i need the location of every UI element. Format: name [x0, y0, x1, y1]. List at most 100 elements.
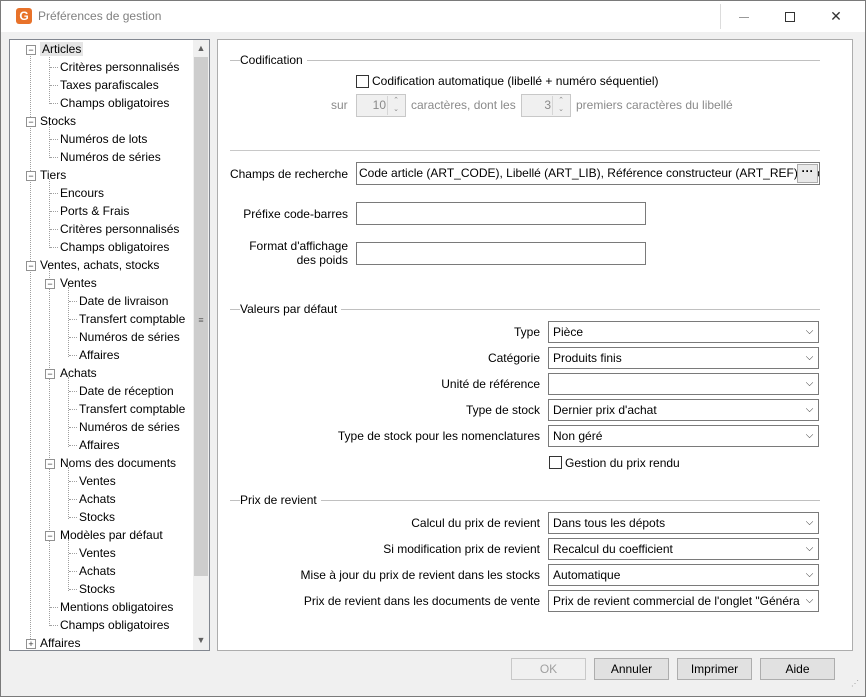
cost-sales-docs-label: Prix de revient dans les documents de ve… [303, 594, 540, 608]
resize-grip-icon[interactable]: ⋰ [851, 680, 863, 694]
stock-type-value: Dernier prix d'achat [553, 403, 657, 417]
tree-node-modeles[interactable]: Modèles par défaut [60, 526, 163, 544]
tree-node-ports[interactable]: Ports & Frais [60, 202, 129, 220]
maximize-button[interactable] [767, 1, 813, 32]
tree-line [69, 409, 77, 410]
unit-select[interactable]: ⌵ [548, 373, 819, 395]
tree-node-ventes-series[interactable]: Numéros de séries [79, 328, 180, 346]
tree-node-ventes-transfert[interactable]: Transfert comptable [79, 310, 185, 328]
tree-node-stocks[interactable]: Stocks [40, 112, 76, 130]
tree-node-tiers-criteres[interactable]: Critères personnalisés [60, 220, 179, 238]
tree-node-articles-champs[interactable]: Champs obligatoires [60, 94, 169, 112]
tree-node-articles-criteres[interactable]: Critères personnalisés [60, 58, 179, 76]
scroll-grip-icon: ≡ [198, 315, 204, 325]
tree-node-encours[interactable]: Encours [60, 184, 104, 202]
tree-node-ventes[interactable]: Ventes [60, 274, 97, 292]
close-icon: ✕ [830, 8, 842, 24]
maximize-icon [785, 12, 795, 23]
tree-node-lots[interactable]: Numéros de lots [60, 130, 147, 148]
weight-format-input[interactable] [356, 242, 646, 265]
tree-scrollbar[interactable]: ▲ ≡ ▼ [193, 40, 209, 650]
tree-line [69, 319, 77, 320]
tree-node-tiers[interactable]: Tiers [40, 166, 66, 184]
tree-node-ventes-achats-stocks[interactable]: Ventes, achats, stocks [40, 256, 159, 274]
tree-node-modeles-achats[interactable]: Achats [79, 562, 116, 580]
print-button[interactable]: Imprimer [677, 658, 752, 680]
spinner-arrows-icon[interactable]: ⌃ ⌄ [552, 96, 569, 115]
collapse-icon[interactable]: − [26, 171, 36, 181]
tree-node-vas-champs[interactable]: Champs obligatoires [60, 616, 169, 634]
close-button[interactable]: ✕ [813, 1, 859, 32]
settings-panel: Codification Codification automatique (l… [217, 39, 853, 651]
ok-button[interactable]: OK [511, 658, 586, 680]
tree-line [50, 211, 58, 212]
tree-node-noms-stocks[interactable]: Stocks [79, 508, 115, 526]
tree-node-date-livraison[interactable]: Date de livraison [79, 292, 168, 310]
cost-calc-value: Dans tous les dépots [553, 516, 666, 530]
collapse-icon[interactable]: − [26, 261, 36, 271]
chars-count-spinner[interactable]: 10 ⌃ ⌄ [356, 94, 406, 117]
defaults-title: Valeurs par défaut [240, 302, 342, 316]
title-bar[interactable]: G Préférences de gestion ✕ [1, 1, 865, 32]
spinner-arrows-icon[interactable]: ⌃ ⌄ [387, 96, 404, 115]
tree-node-stocks-series[interactable]: Numéros de séries [60, 148, 161, 166]
tree-node-mentions[interactable]: Mentions obligatoires [60, 598, 173, 616]
tree-line [50, 625, 58, 626]
tree-node-noms-ventes[interactable]: Ventes [79, 472, 116, 490]
collapse-icon[interactable]: − [45, 369, 55, 379]
category-label: Catégorie [487, 351, 540, 365]
search-fields-input[interactable]: Code article (ART_CODE), Libellé (ART_LI… [356, 162, 820, 185]
scroll-up-icon[interactable]: ▲ [193, 40, 209, 56]
tree-node-noms-achats[interactable]: Achats [79, 490, 116, 508]
tree-content: − Articles Critères personnalisés Taxes … [10, 40, 193, 650]
more-icon[interactable]: ··· [797, 164, 818, 183]
tree-line [50, 247, 58, 248]
nomenclature-stock-select[interactable]: Non géré ⌵ [548, 425, 819, 447]
tree-line [69, 391, 77, 392]
cost-calc-select[interactable]: Dans tous les dépots ⌵ [548, 512, 819, 534]
tree-node-achats-affaires[interactable]: Affaires [79, 436, 119, 454]
preferences-tree[interactable]: − Articles Critères personnalisés Taxes … [9, 39, 210, 651]
tree-node-achats-transfert[interactable]: Transfert comptable [79, 400, 185, 418]
first-chars-spinner[interactable]: 3 ⌃ ⌄ [521, 94, 571, 117]
tree-node-modeles-ventes[interactable]: Ventes [79, 544, 116, 562]
cost-change-select[interactable]: Recalcul du coefficient ⌵ [548, 538, 819, 560]
tree-node-articles[interactable]: Articles [40, 40, 84, 58]
tree-node-tiers-champs[interactable]: Champs obligatoires [60, 238, 169, 256]
rendered-price-checkbox[interactable] [549, 456, 562, 469]
tree-line [69, 517, 77, 518]
collapse-icon[interactable]: − [26, 117, 36, 127]
scroll-thumb[interactable]: ≡ [194, 57, 208, 576]
tree-node-date-reception[interactable]: Date de réception [79, 382, 174, 400]
barcode-prefix-label: Préfixe code-barres [243, 207, 348, 221]
collapse-icon[interactable]: − [26, 45, 36, 55]
cancel-button[interactable]: Annuler [594, 658, 669, 680]
tree-line [69, 445, 77, 446]
barcode-prefix-input[interactable] [356, 202, 646, 225]
weight-format-label-1: Format d'affichage [249, 239, 348, 253]
type-select[interactable]: Pièce ⌵ [548, 321, 819, 343]
category-select[interactable]: Produits finis ⌵ [548, 347, 819, 369]
tree-node-noms-documents[interactable]: Noms des documents [60, 454, 176, 472]
expand-icon[interactable]: + [26, 639, 36, 649]
help-button[interactable]: Aide [760, 658, 835, 680]
minimize-icon [739, 16, 749, 18]
collapse-icon[interactable]: − [45, 531, 55, 541]
collapse-icon[interactable]: − [45, 459, 55, 469]
chevron-down-icon: ⌵ [801, 322, 818, 342]
tree-node-achats[interactable]: Achats [60, 364, 97, 382]
collapse-icon[interactable]: − [45, 279, 55, 289]
minimize-button[interactable] [721, 1, 767, 32]
tree-line [30, 53, 31, 643]
tree-line [68, 377, 69, 447]
tree-node-taxes[interactable]: Taxes parafiscales [60, 76, 159, 94]
tree-node-ventes-affaires[interactable]: Affaires [79, 346, 119, 364]
tree-node-modeles-stocks[interactable]: Stocks [79, 580, 115, 598]
auto-codification-checkbox[interactable] [356, 75, 369, 88]
scroll-down-icon[interactable]: ▼ [193, 632, 209, 648]
cost-sales-docs-select[interactable]: Prix de revient commercial de l'onglet "… [548, 590, 819, 612]
tree-node-achats-series[interactable]: Numéros de séries [79, 418, 180, 436]
tree-node-affaires[interactable]: Affaires [40, 634, 80, 650]
cost-stock-update-select[interactable]: Automatique ⌵ [548, 564, 819, 586]
stock-type-select[interactable]: Dernier prix d'achat ⌵ [548, 399, 819, 421]
